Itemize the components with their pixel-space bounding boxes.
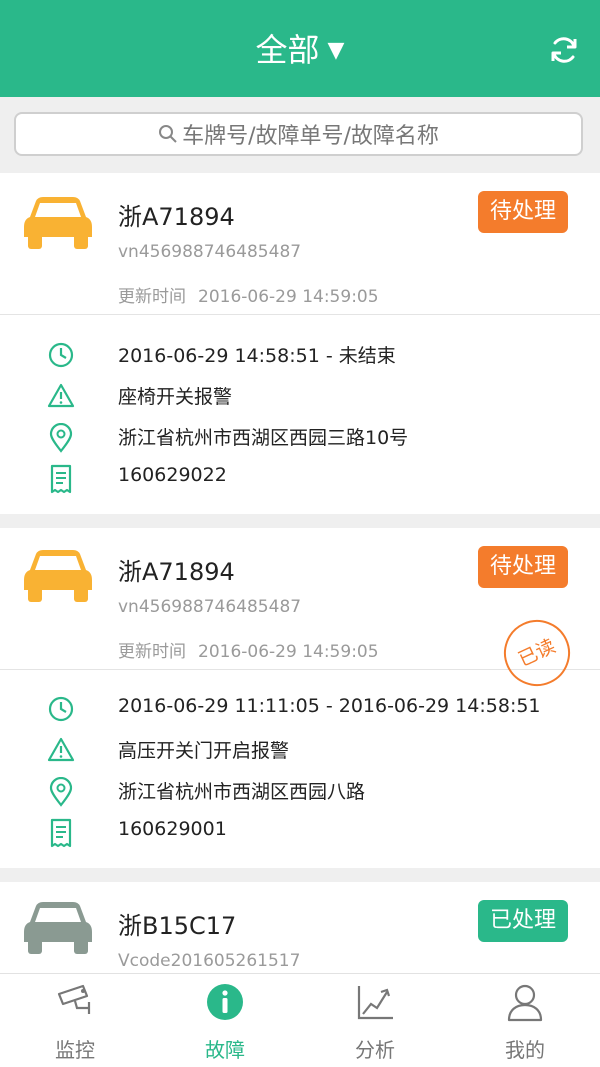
fault-card[interactable]: 浙B15C17 Vcode201605261517 已处理 bbox=[0, 882, 600, 973]
category-filter-label: 全部 bbox=[255, 31, 320, 69]
order-row: 160629022 bbox=[0, 458, 600, 498]
alarm-name: 高压开关门开启报警 bbox=[118, 740, 290, 762]
location-pin-icon bbox=[49, 777, 73, 807]
update-time-value: 2016-06-29 14:59:05 bbox=[198, 287, 379, 307]
warning-icon bbox=[47, 737, 75, 762]
update-time: 更新时间 2016-06-29 14:59:05 bbox=[118, 637, 379, 662]
order-row: 160629001 bbox=[0, 812, 600, 852]
warning-icon bbox=[47, 383, 75, 408]
update-time-value: 2016-06-29 14:59:05 bbox=[198, 642, 379, 662]
car-icon bbox=[24, 550, 92, 602]
nav-monitor[interactable]: 监控 bbox=[0, 974, 150, 1067]
location: 浙江省杭州市西湖区西园八路 bbox=[118, 781, 366, 803]
time-range-row: 2016-06-29 11:11:05 - 2016-06-29 14:58:5… bbox=[0, 689, 600, 729]
search-input[interactable]: 车牌号/故障单号/故障名称 bbox=[14, 112, 583, 156]
nav-label: 故障 bbox=[205, 1038, 245, 1062]
vin-code: vn456988746485487 bbox=[118, 242, 302, 262]
bottom-nav: 监控 故障 分析 我的 bbox=[0, 973, 600, 1067]
update-time: 更新时间 2016-06-29 14:59:05 bbox=[118, 282, 379, 307]
clock-icon bbox=[48, 696, 74, 722]
top-bar: 全部 ▼ bbox=[0, 0, 600, 97]
location: 浙江省杭州市西湖区西园三路10号 bbox=[118, 427, 409, 449]
alarm-name: 座椅开关报警 bbox=[118, 386, 233, 408]
alarm-row: 高压开关门开启报警 bbox=[0, 730, 600, 770]
car-icon bbox=[24, 197, 92, 249]
update-time-label: 更新时间 bbox=[118, 287, 186, 307]
location-row: 浙江省杭州市西湖区西园三路10号 bbox=[0, 417, 600, 457]
fault-card[interactable]: 浙A71894 vn456988746485487 更新时间 2016-06-29… bbox=[0, 528, 600, 868]
status-badge: 已处理 bbox=[477, 900, 568, 942]
camera-icon bbox=[57, 984, 91, 1014]
fault-card[interactable]: 浙A71894 vn456988746485487 更新时间 2016-06-29… bbox=[0, 173, 600, 514]
plate-number: 浙A71894 bbox=[118, 558, 235, 586]
nav-label: 监控 bbox=[55, 1038, 95, 1062]
fault-order-number: 160629022 bbox=[118, 464, 227, 486]
user-icon bbox=[507, 984, 543, 1022]
receipt-icon bbox=[50, 464, 72, 494]
nav-faults[interactable]: 故障 bbox=[150, 974, 300, 1067]
vin-code: vn456988746485487 bbox=[118, 597, 302, 617]
plate-number: 浙B15C17 bbox=[118, 912, 237, 940]
nav-profile[interactable]: 我的 bbox=[450, 974, 600, 1067]
fault-order-number: 160629001 bbox=[118, 818, 227, 840]
nav-analysis[interactable]: 分析 bbox=[300, 974, 450, 1067]
refresh-icon[interactable] bbox=[548, 34, 580, 66]
alarm-row: 座椅开关报警 bbox=[0, 376, 600, 416]
nav-label: 我的 bbox=[505, 1038, 545, 1062]
time-range: 2016-06-29 11:11:05 - 2016-06-29 14:58:5… bbox=[118, 695, 541, 717]
category-filter-dropdown[interactable]: 全部 ▼ bbox=[0, 30, 600, 71]
receipt-icon bbox=[50, 818, 72, 848]
location-row: 浙江省杭州市西湖区西园八路 bbox=[0, 771, 600, 811]
vin-code: Vcode201605261517 bbox=[118, 951, 301, 971]
search-placeholder: 车牌号/故障单号/故障名称 bbox=[182, 124, 439, 149]
clock-icon bbox=[48, 342, 74, 368]
caret-down-icon: ▼ bbox=[327, 38, 345, 63]
search-icon bbox=[159, 125, 177, 143]
time-range-row: 2016-06-29 14:58:51 - 未结束 bbox=[0, 335, 600, 375]
status-badge: 待处理 bbox=[477, 546, 568, 588]
location-pin-icon bbox=[49, 423, 73, 453]
read-stamp: 已读 bbox=[493, 609, 581, 697]
chart-icon bbox=[357, 986, 393, 1020]
time-range: 2016-06-29 14:58:51 - 未结束 bbox=[118, 345, 396, 367]
car-icon bbox=[24, 902, 92, 954]
info-icon bbox=[207, 984, 243, 1020]
update-time-label: 更新时间 bbox=[118, 642, 186, 662]
nav-label: 分析 bbox=[355, 1038, 395, 1062]
status-badge: 待处理 bbox=[477, 191, 568, 233]
plate-number: 浙A71894 bbox=[118, 203, 235, 231]
